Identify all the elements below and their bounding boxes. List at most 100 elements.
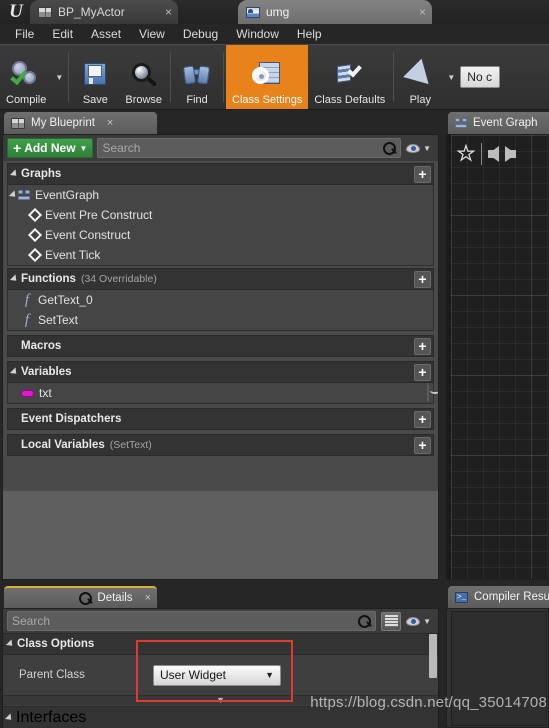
- add-graph-button[interactable]: +: [414, 165, 431, 183]
- menu-window[interactable]: Window: [227, 25, 288, 43]
- add-function-button[interactable]: +: [414, 270, 431, 288]
- tree-item-label: Event Tick: [45, 248, 101, 262]
- details-visibility-button[interactable]: ▼: [406, 616, 434, 626]
- plus-icon: +: [13, 140, 22, 156]
- tree-item-event-tick[interactable]: Event Tick: [8, 245, 433, 265]
- variable-visibility-toggle[interactable]: [427, 383, 429, 402]
- add-local-variable-button[interactable]: +: [414, 436, 431, 454]
- my-blueprint-empty-area: [3, 491, 438, 579]
- play-dropdown-caret-icon[interactable]: ▼: [444, 45, 458, 109]
- tree-item-gettext-0[interactable]: f GetText_0: [8, 290, 433, 310]
- tab-label: Compiler Resu: [474, 591, 549, 603]
- expand-triangle-icon: [9, 274, 20, 284]
- my-blueprint-search-input[interactable]: Search: [97, 138, 402, 158]
- compile-dropdown-caret-icon[interactable]: ▼: [52, 45, 66, 109]
- add-event-dispatcher-button[interactable]: +: [414, 410, 431, 428]
- tab-event-graph[interactable]: Event Graph: [448, 112, 549, 134]
- play-button-label: Play: [409, 94, 431, 106]
- browse-button-label: Browse: [125, 94, 163, 106]
- section-header-local-variables[interactable]: Local Variables (SetText) +: [7, 434, 434, 456]
- functions-group: f GetText_0 f SetText: [7, 290, 434, 331]
- menu-asset[interactable]: Asset: [82, 25, 130, 43]
- tree-item-event-pre-construct[interactable]: Event Pre Construct: [8, 205, 433, 225]
- play-button[interactable]: Play: [396, 45, 444, 109]
- my-blueprint-visibility-button[interactable]: ▼: [406, 143, 434, 153]
- find-button[interactable]: Find: [173, 45, 221, 109]
- section-header-class-options[interactable]: Class Options: [3, 633, 438, 655]
- section-header-macros[interactable]: Macros +: [7, 335, 434, 357]
- tree-item-settext[interactable]: f SetText: [8, 310, 433, 330]
- bookmark-star-icon[interactable]: ★: [456, 143, 475, 164]
- variables-group: txt: [7, 383, 434, 404]
- close-icon[interactable]: ×: [107, 117, 113, 129]
- add-macro-button[interactable]: +: [414, 337, 431, 355]
- details-scrollbar[interactable]: [429, 634, 437, 678]
- close-icon[interactable]: ×: [151, 6, 172, 18]
- menu-file[interactable]: File: [6, 25, 43, 43]
- my-blueprint-tabstrip: My Blueprint ×: [4, 112, 164, 134]
- parent-class-combo[interactable]: User Widget ▼: [153, 664, 281, 686]
- eye-closed-icon: [427, 383, 429, 402]
- add-new-button[interactable]: + Add New ▼: [7, 138, 94, 158]
- graph-canvas[interactable]: [451, 135, 548, 579]
- magnifier-icon: [127, 60, 161, 92]
- class-settings-button[interactable]: Class Settings: [226, 45, 309, 109]
- parent-class-label: Parent Class: [19, 669, 85, 681]
- grid-view-icon: [384, 615, 398, 627]
- toolbar-separator: [393, 52, 395, 102]
- expand-triangle-icon: [4, 712, 15, 723]
- section-header-functions[interactable]: Functions (34 Overridable) +: [7, 268, 434, 290]
- browse-button[interactable]: Browse: [119, 45, 168, 109]
- details-search-input[interactable]: Search: [7, 611, 377, 631]
- menu-view[interactable]: View: [130, 25, 174, 43]
- save-button[interactable]: Save: [71, 45, 119, 109]
- details-grid-view-button[interactable]: [381, 611, 402, 631]
- tree-item-txt[interactable]: txt: [8, 383, 433, 403]
- my-blueprint-panel: + Add New ▼ Search ▼ Graphs + EventGraph…: [2, 134, 439, 580]
- menu-debug[interactable]: Debug: [174, 25, 227, 43]
- tree-item-label: EventGraph: [35, 188, 100, 202]
- section-header-variables[interactable]: Variables +: [7, 361, 434, 383]
- section-header-graphs[interactable]: Graphs +: [7, 163, 434, 185]
- tab-details[interactable]: Details ×: [4, 586, 157, 608]
- text-variable-pill-icon: [21, 389, 34, 397]
- collapse-grip-icon[interactable]: ▼: [213, 696, 229, 705]
- nav-back-arrow-icon[interactable]: [487, 146, 499, 162]
- class-defaults-button[interactable]: Class Defaults: [308, 45, 391, 109]
- my-blueprint-tree[interactable]: Graphs + EventGraph Event Pre Construct …: [3, 161, 438, 579]
- close-icon[interactable]: ×: [405, 6, 426, 18]
- tab-compiler-results[interactable]: >_ Compiler Resu: [448, 586, 549, 608]
- chevron-down-icon: ▼: [79, 143, 88, 153]
- search-placeholder: Search: [102, 141, 141, 155]
- nav-forward-arrow-icon[interactable]: [504, 146, 516, 162]
- compile-button[interactable]: Compile: [0, 45, 52, 109]
- main-toolbar: Compile ▼ Save Browse Find Class Setting…: [0, 44, 549, 110]
- tab-my-blueprint[interactable]: My Blueprint ×: [4, 112, 157, 134]
- close-icon[interactable]: ×: [145, 592, 151, 604]
- console-icon: >_: [455, 591, 468, 603]
- parent-class-value: User Widget: [160, 668, 227, 682]
- tree-item-event-construct[interactable]: Event Construct: [8, 225, 433, 245]
- menu-help[interactable]: Help: [288, 25, 331, 43]
- title-bar: U BP_MyActor × umg ×: [0, 0, 549, 24]
- details-panel: Search ▼ Class Options Parent Class User…: [2, 608, 439, 728]
- document-tab-bp-myactor[interactable]: BP_MyActor ×: [30, 0, 178, 24]
- compile-button-label: Compile: [6, 94, 47, 106]
- section-title: Variables: [21, 366, 72, 378]
- event-graph-panel[interactable]: ★: [446, 134, 549, 580]
- search-icon: [358, 614, 372, 628]
- tree-item-eventgraph[interactable]: EventGraph: [8, 185, 433, 205]
- menu-bar: File Edit Asset View Debug Window Help: [0, 24, 549, 44]
- compiler-results-log[interactable]: [451, 611, 547, 726]
- add-variable-button[interactable]: +: [414, 363, 431, 381]
- details-tabstrip: Details ×: [4, 586, 164, 608]
- play-mode-combo[interactable]: No c: [460, 66, 501, 88]
- section-header-interfaces[interactable]: Interfaces: [3, 706, 438, 728]
- play-triangle-icon: [403, 58, 439, 94]
- section-title: Graphs: [21, 168, 62, 180]
- tree-item-label: txt: [39, 386, 52, 400]
- document-tab-umg[interactable]: umg ×: [238, 0, 432, 24]
- class-settings-button-label: Class Settings: [232, 94, 303, 106]
- section-header-event-dispatchers[interactable]: Event Dispatchers +: [7, 408, 434, 430]
- menu-edit[interactable]: Edit: [43, 25, 82, 43]
